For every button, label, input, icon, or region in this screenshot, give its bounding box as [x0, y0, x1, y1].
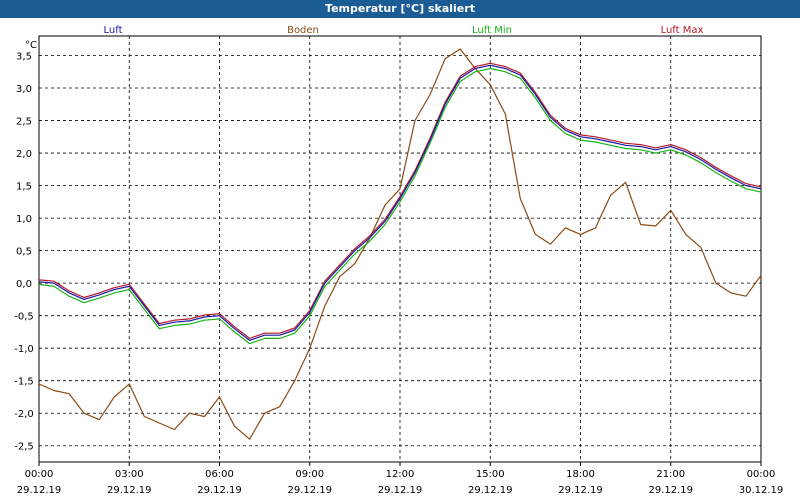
y-tick-label: -0,5	[14, 312, 34, 323]
y-tick-label: 2,0	[16, 149, 32, 160]
y-tick-label: 1,5	[16, 182, 32, 193]
y-tick-label: 0,0	[16, 279, 32, 290]
x-tick-date: 29.12.19	[17, 485, 62, 496]
y-tick-label: -1,0	[14, 344, 34, 355]
y-axis-label: °C	[25, 40, 37, 51]
x-tick-time: 18:00	[566, 469, 595, 480]
x-tick-time: 12:00	[386, 469, 415, 480]
x-tick-date: 29.12.19	[648, 485, 693, 496]
x-tick-time: 00:00	[747, 469, 776, 480]
legend-entry: Boden	[287, 25, 319, 36]
x-tick-time: 06:00	[205, 469, 234, 480]
legend-entry: Luft Max	[661, 25, 704, 36]
x-tick-date: 29.12.19	[197, 485, 242, 496]
x-tick-date: 29.12.19	[378, 485, 423, 496]
legend-entry: Luft	[104, 25, 123, 36]
y-tick-label: -1,5	[14, 377, 34, 388]
x-tick-date: 29.12.19	[558, 485, 603, 496]
legend-entry: Luft Min	[472, 25, 512, 36]
y-tick-label: -2,0	[14, 409, 34, 420]
y-tick-label: 2,5	[16, 117, 32, 128]
y-tick-label: 3,0	[16, 84, 32, 95]
y-tick-label: 1,0	[16, 214, 32, 225]
x-tick-date: 29.12.19	[107, 485, 152, 496]
x-tick-date: 30.12.19	[739, 485, 784, 496]
x-tick-time: 09:00	[295, 469, 324, 480]
x-tick-date: 29.12.19	[287, 485, 332, 496]
x-tick-date: 29.12.19	[468, 485, 513, 496]
y-tick-label: -2,5	[14, 442, 34, 453]
x-tick-time: 00:00	[25, 469, 54, 480]
x-tick-time: 03:00	[115, 469, 144, 480]
y-tick-label: 0,5	[16, 247, 32, 258]
y-tick-label: 3,5	[16, 52, 32, 63]
x-tick-time: 21:00	[656, 469, 685, 480]
chart-window: Temperatur [°C] skaliert 3,5 3,0 2,5 2,0 1,5…	[0, 0, 800, 500]
x-tick-time: 15:00	[476, 469, 505, 480]
temperature-chart: 3,5 3,0 2,5 2,0 1,5 1,0 0,5 0,0 -0,5 -1,0 -1,5 -2,0…	[14, 25, 784, 496]
